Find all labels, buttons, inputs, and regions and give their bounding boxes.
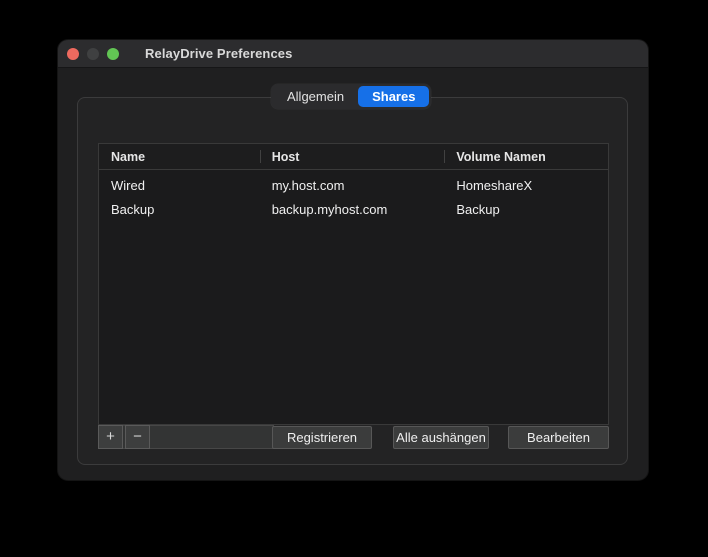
cell-host: backup.myhost.com [260,202,445,217]
tab-shares[interactable]: Shares [358,86,429,107]
table-body: Wired my.host.com HomeshareX Backup back… [99,170,608,221]
close-icon[interactable] [67,48,79,60]
tab-bar: Allgemein Shares [271,84,431,109]
table-row[interactable]: Wired my.host.com HomeshareX [99,173,608,197]
add-share-button[interactable]: + [98,425,123,449]
table-header: Name Host Volume Namen [99,144,608,170]
cell-name: Backup [99,202,260,217]
column-header-volume[interactable]: Volume Namen [444,144,608,169]
window-title: RelayDrive Preferences [145,46,292,61]
table-row[interactable]: Backup backup.myhost.com Backup [99,197,608,221]
cell-name: Wired [99,178,260,193]
zoom-icon[interactable] [107,48,119,60]
cell-volume: Backup [444,202,608,217]
shares-panel: Name Host Volume Namen Wired my.host.com… [77,97,628,465]
preferences-window: RelayDrive Preferences Allgemein Shares … [58,40,648,480]
cell-host: my.host.com [260,178,445,193]
traffic-lights [67,48,119,60]
column-header-host[interactable]: Host [260,144,445,169]
titlebar[interactable]: RelayDrive Preferences [58,40,648,68]
cell-volume: HomeshareX [444,178,608,193]
register-button[interactable]: Registrieren [272,426,372,449]
unmount-all-button[interactable]: Alle aushängen [393,426,489,449]
column-header-name[interactable]: Name [99,144,260,169]
edit-button[interactable]: Bearbeiten [508,426,609,449]
tab-allgemein[interactable]: Allgemein [273,86,358,107]
minimize-icon [87,48,99,60]
shares-table: Name Host Volume Namen Wired my.host.com… [98,143,609,425]
remove-share-button[interactable]: − [125,425,150,449]
